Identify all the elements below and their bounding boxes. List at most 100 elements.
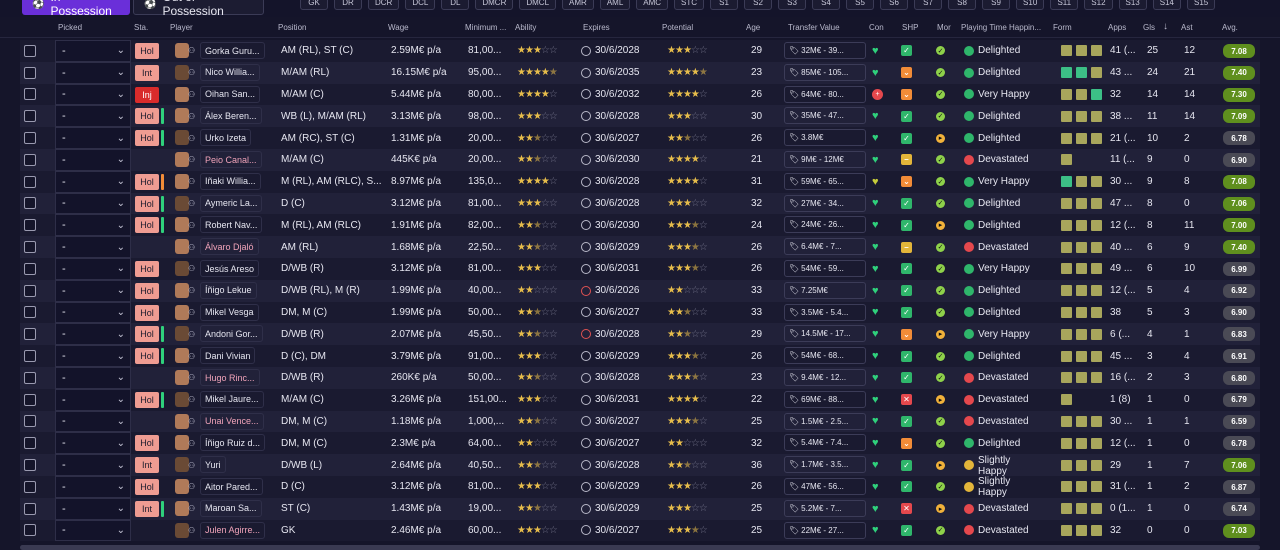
position-filter-s13[interactable]: S13 xyxy=(1118,0,1147,10)
select-checkbox[interactable] xyxy=(24,524,36,537)
transfer-value[interactable]: 🏷 5.4M€ - 7.4... xyxy=(784,434,866,452)
player-name[interactable]: Unai Vence... xyxy=(200,412,264,430)
position-filter-gk[interactable]: GK xyxy=(300,0,328,10)
transfer-value[interactable]: 🏷 22M€ - 27... xyxy=(784,521,866,539)
col-shp[interactable]: SHP xyxy=(902,23,918,32)
player-name[interactable]: Maroan Sa... xyxy=(200,499,262,517)
select-checkbox[interactable] xyxy=(24,371,36,384)
picked-dropdown[interactable]: - ⌄ xyxy=(55,410,131,433)
position-filter-amr[interactable]: AMR xyxy=(562,0,594,10)
select-checkbox[interactable] xyxy=(24,437,36,450)
col-con[interactable]: Con xyxy=(869,23,884,32)
col-apps[interactable]: Apps xyxy=(1108,23,1126,32)
position-filter-dmcr[interactable]: DMCR xyxy=(475,0,514,10)
transfer-value[interactable]: 🏷 7.25M€ xyxy=(784,281,866,299)
table-row[interactable]: - ⌄ ⚇ Hugo Rinc... D/WB (R) 260K€ p/a 50,00...… xyxy=(20,367,1260,389)
transfer-value[interactable]: 🏷 24M€ - 26... xyxy=(784,216,866,234)
table-row[interactable]: - ⌄ Hol ⚇ Urko Izeta AM (RC), ST (C) 1.31M€ p/… xyxy=(20,127,1260,149)
select-checkbox[interactable] xyxy=(24,241,36,254)
table-row[interactable]: - ⌄ Hol ⚇ Íñigo Lekue D/WB (RL), M (R) 1.99M€ … xyxy=(20,279,1260,302)
transfer-value[interactable]: 🏷 69M€ - 88... xyxy=(784,390,866,408)
select-checkbox[interactable] xyxy=(24,415,36,428)
col-player[interactable]: Player xyxy=(170,23,193,32)
picked-dropdown[interactable]: - ⌄ xyxy=(55,192,131,215)
table-row[interactable]: - ⌄ Hol ⚇ Íñigo Ruiz d... DM, M (C) 2.3M€ p/a 6… xyxy=(20,432,1260,455)
player-name[interactable]: Oihan San... xyxy=(200,85,261,103)
col-avg[interactable]: Avg. xyxy=(1222,23,1238,32)
position-filter-s1[interactable]: S1 xyxy=(710,0,739,10)
picked-dropdown[interactable]: - ⌄ xyxy=(55,83,131,106)
picked-dropdown[interactable]: - ⌄ xyxy=(55,345,131,367)
picked-dropdown[interactable]: - ⌄ xyxy=(55,258,131,280)
col-expires[interactable]: Expires xyxy=(583,23,610,32)
position-filter-s2[interactable]: S2 xyxy=(744,0,773,10)
picked-dropdown[interactable]: - ⌄ xyxy=(55,476,131,498)
player-name[interactable]: Nico Willia... xyxy=(200,63,260,81)
transfer-value[interactable]: 🏷 85M€ - 105... xyxy=(784,63,866,81)
player-name[interactable]: Álvaro Djaló xyxy=(200,238,259,256)
col-ability[interactable]: Ability xyxy=(515,23,536,32)
player-name[interactable]: Íñigo Ruiz d... xyxy=(200,434,266,452)
position-filter-s10[interactable]: S10 xyxy=(1016,0,1045,10)
position-filter-s14[interactable]: S14 xyxy=(1152,0,1181,10)
select-checkbox[interactable] xyxy=(24,262,36,275)
picked-dropdown[interactable]: - ⌄ xyxy=(55,170,131,193)
table-row[interactable]: - ⌄ Hol ⚇ Dani Vivian D (C), DM 3.79M€ p/a 91,0… xyxy=(20,345,1260,367)
select-checkbox[interactable] xyxy=(24,197,36,210)
player-name[interactable]: Dani Vivian xyxy=(200,347,256,365)
col-age[interactable]: Age xyxy=(746,23,760,32)
select-checkbox[interactable] xyxy=(24,66,36,79)
player-name[interactable]: Álex Beren... xyxy=(200,107,262,125)
picked-dropdown[interactable]: - ⌄ xyxy=(55,432,131,455)
player-name[interactable]: Urko Izeta xyxy=(200,129,252,147)
player-name[interactable]: Hugo Rinc... xyxy=(200,369,260,386)
col-form[interactable]: Form xyxy=(1053,23,1072,32)
col-position[interactable]: Position xyxy=(278,23,306,32)
col-transfer-value[interactable]: Transfer Value xyxy=(788,23,840,32)
player-name[interactable]: Gorka Guru... xyxy=(200,42,265,59)
position-filter-s3[interactable]: S3 xyxy=(778,0,807,10)
table-row[interactable]: - ⌄ Hol ⚇ Aitor Pared... D (C) 3.12M€ p/a 81,00… xyxy=(20,476,1260,498)
transfer-value[interactable]: 🏷 59M€ - 65... xyxy=(784,172,866,190)
table-row[interactable]: - ⌄ Hol ⚇ Aymeric La... D (C) 3.12M€ p/a 81,00.… xyxy=(20,192,1260,215)
position-filter-s11[interactable]: S11 xyxy=(1050,0,1079,10)
transfer-value[interactable]: 🏷 54M€ - 59... xyxy=(784,260,866,277)
col-potential[interactable]: Potential xyxy=(662,23,693,32)
position-filter-dl[interactable]: DL xyxy=(441,0,470,10)
table-row[interactable]: - ⌄ Int ⚇ Maroan Sa... ST (C) 1.43M€ p/a 19,00.… xyxy=(20,497,1260,520)
picked-dropdown[interactable]: - ⌄ xyxy=(55,497,131,520)
picked-dropdown[interactable]: - ⌄ xyxy=(55,367,131,389)
transfer-value[interactable]: 🏷 1.7M€ - 3.5... xyxy=(784,456,866,474)
sort-down-arrow-icon[interactable]: ↓ xyxy=(1163,21,1168,32)
picked-dropdown[interactable]: - ⌄ xyxy=(55,236,131,258)
transfer-value[interactable]: 🏷 9.4M€ - 12... xyxy=(784,369,866,386)
picked-dropdown[interactable]: - ⌄ xyxy=(55,61,131,84)
select-checkbox[interactable] xyxy=(24,328,36,341)
transfer-value[interactable]: 🏷 1.5M€ - 2.5... xyxy=(784,412,866,430)
player-name[interactable]: Peio Canal... xyxy=(200,151,262,168)
select-checkbox[interactable] xyxy=(24,306,36,319)
picked-dropdown[interactable]: - ⌄ xyxy=(55,214,131,237)
table-row[interactable]: - ⌄ Int ⚇ Nico Willia... M/AM (RL) 16.15M€ p/a… xyxy=(20,61,1260,84)
transfer-value[interactable]: 🏷 35M€ - 47... xyxy=(784,107,866,125)
transfer-value[interactable]: 🏷 3.5M€ - 5.4... xyxy=(784,303,866,321)
table-row[interactable]: - ⌄ Hol ⚇ Andoni Gor... D/WB (R) 2.07M€ p/a 45,… xyxy=(20,323,1260,346)
transfer-value[interactable]: 🏷 47M€ - 56... xyxy=(784,478,866,495)
col-ast[interactable]: Ast xyxy=(1181,23,1193,32)
transfer-value[interactable]: 🏷 3.8M€ xyxy=(784,129,866,147)
position-filter-s6[interactable]: S6 xyxy=(880,0,909,10)
table-row[interactable]: - ⌄ ⚇ Julen Agirre... GK 2.46M€ p/a 60,00... ★★… xyxy=(20,519,1260,542)
transfer-value[interactable]: 🏷 14.5M€ - 17... xyxy=(784,325,866,343)
position-filter-aml[interactable]: AML xyxy=(599,0,631,10)
col-mor[interactable]: Mor xyxy=(937,23,951,32)
col-playing-time[interactable]: Playing Time Happin... xyxy=(961,23,1041,32)
col-picked[interactable]: Picked xyxy=(58,23,82,32)
position-filter-dr[interactable]: DR xyxy=(334,0,362,10)
col-status[interactable]: Sta. xyxy=(134,23,148,32)
position-filter-amc[interactable]: AMC xyxy=(636,0,669,10)
table-row[interactable]: - ⌄ ⚇ Álvaro Djaló AM (RL) 1.68M€ p/a 22,50...… xyxy=(20,236,1260,258)
picked-dropdown[interactable]: - ⌄ xyxy=(55,301,131,324)
col-gls[interactable]: Gls xyxy=(1143,23,1155,32)
position-filter-dcr[interactable]: DCR xyxy=(368,0,400,10)
select-checkbox[interactable] xyxy=(24,459,36,472)
